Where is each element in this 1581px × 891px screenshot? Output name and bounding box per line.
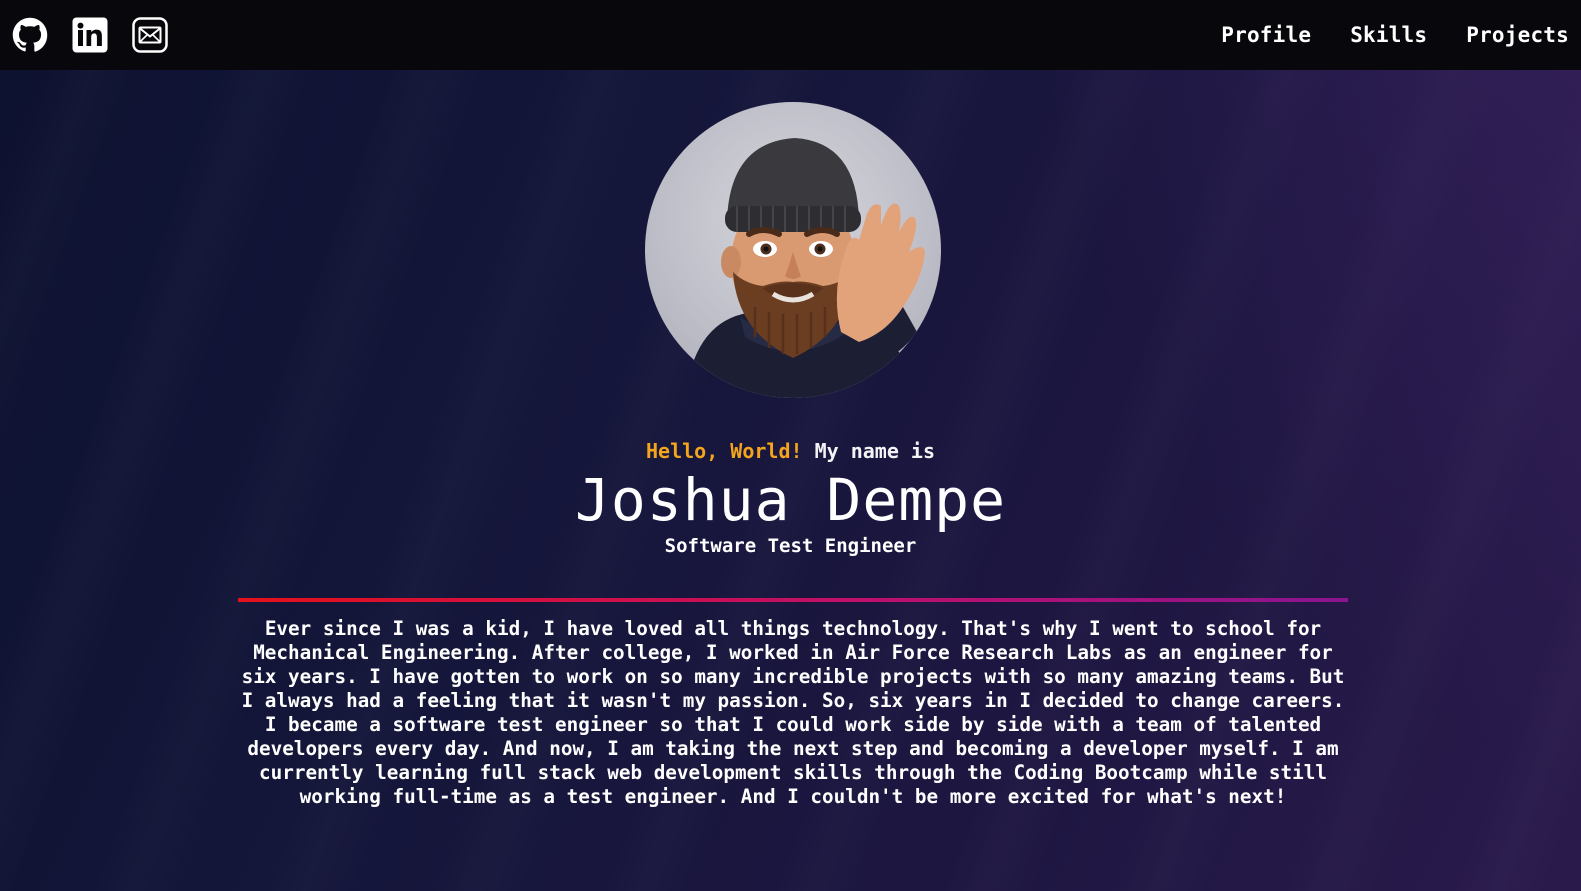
github-icon	[12, 17, 48, 52]
top-nav: Profile Skills Projects	[0, 0, 1581, 70]
linkedin-link[interactable]	[72, 17, 108, 53]
profile-avatar	[645, 102, 941, 398]
greeting-highlight: Hello, World!	[646, 439, 803, 463]
greeting-text: My name is	[802, 439, 935, 463]
main-menu: Profile Skills Projects	[1221, 23, 1569, 47]
gradient-divider	[238, 598, 1348, 602]
greeting: Hello, World! My name is	[0, 439, 1581, 463]
linkedin-icon	[72, 17, 108, 53]
github-link[interactable]	[12, 17, 48, 53]
profile-name: Joshua Dempe	[574, 466, 1007, 534]
email-link[interactable]	[132, 17, 168, 53]
email-icon	[132, 17, 168, 53]
nav-skills[interactable]: Skills	[1350, 23, 1427, 47]
nav-projects[interactable]: Projects	[1466, 23, 1569, 47]
social-links	[12, 17, 168, 53]
bio-paragraph: Ever since I was a kid, I have loved all…	[241, 617, 1345, 808]
avatar-illustration	[685, 138, 925, 398]
nav-profile[interactable]: Profile	[1221, 23, 1311, 47]
job-title: Software Test Engineer	[664, 535, 917, 557]
